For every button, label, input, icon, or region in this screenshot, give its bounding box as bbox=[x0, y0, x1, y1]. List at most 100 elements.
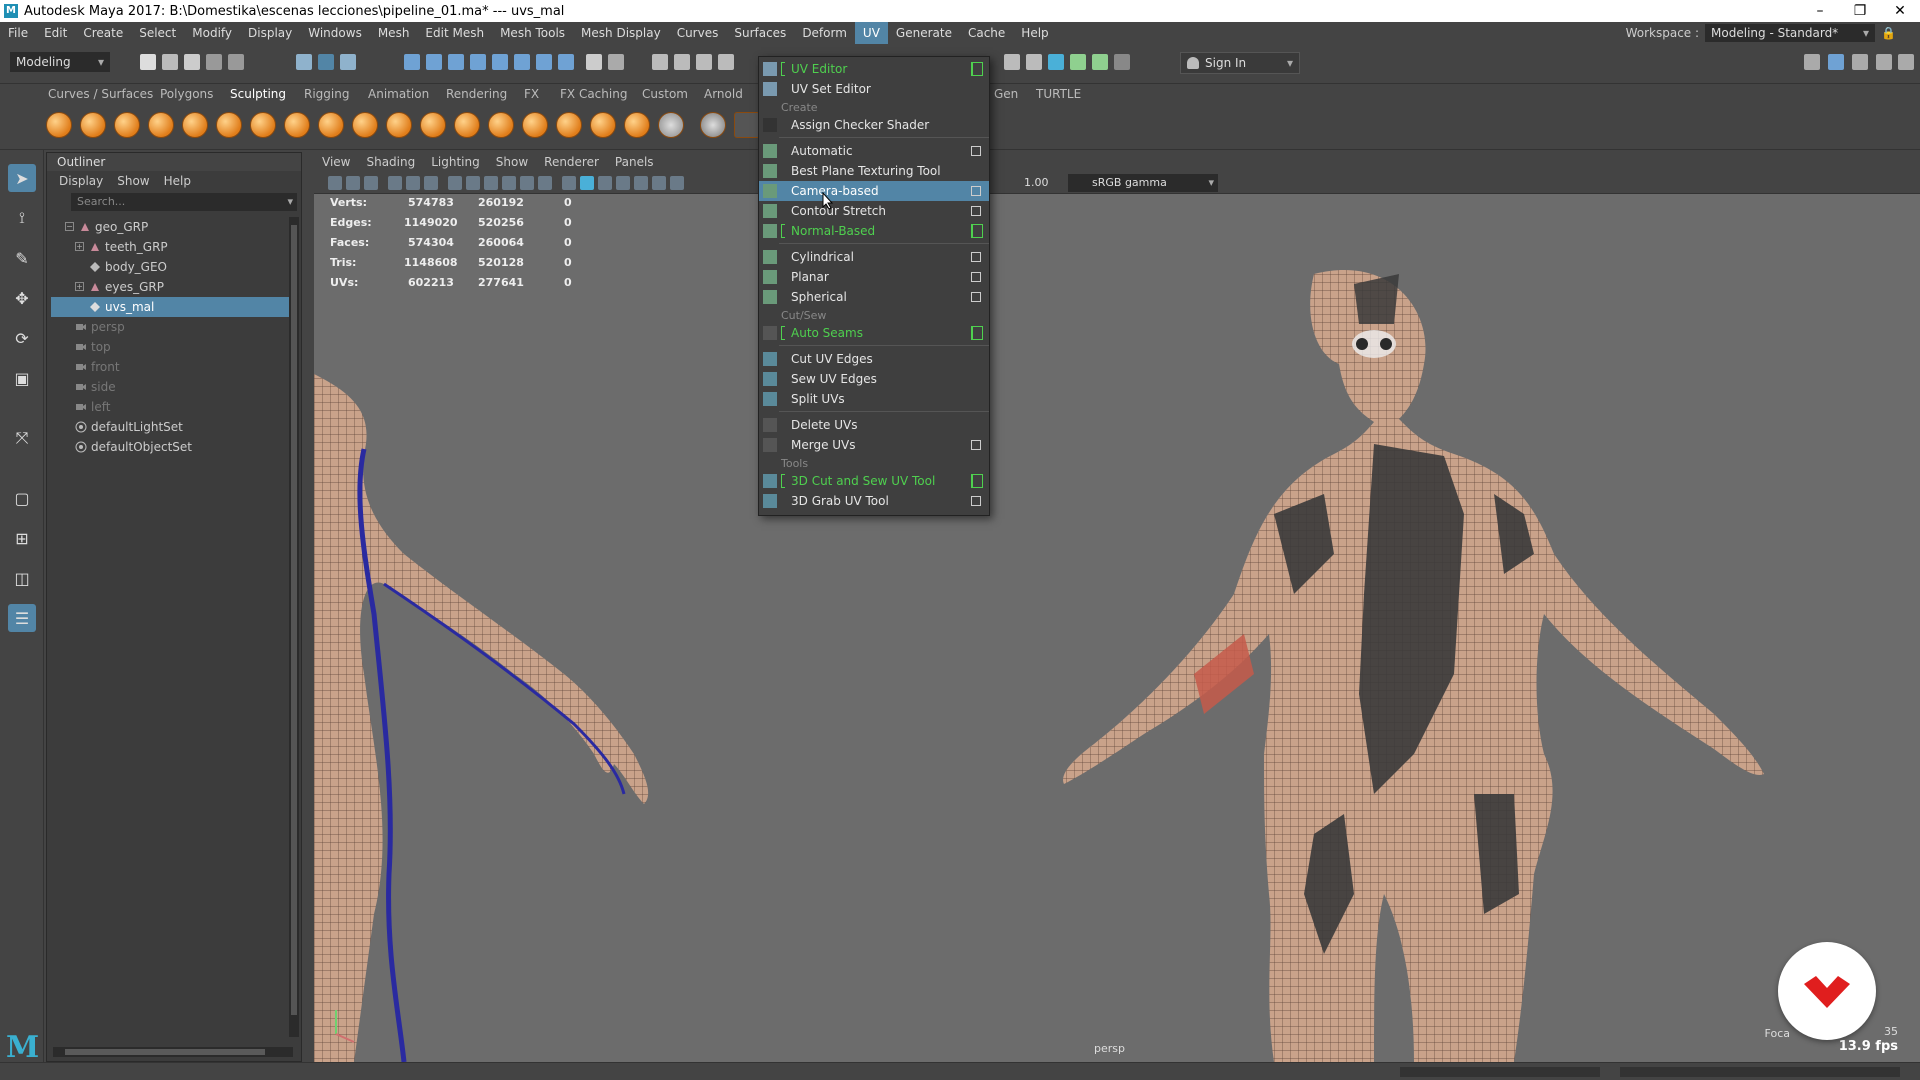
automatic-mapping-item[interactable]: Automatic bbox=[759, 141, 989, 161]
viewport-menu-view[interactable]: View bbox=[314, 152, 358, 172]
outliner-item-default-light-set[interactable]: defaultLightSet bbox=[51, 417, 295, 437]
grab-tool-icon[interactable] bbox=[148, 112, 174, 138]
split-uvs-item[interactable]: Split UVs bbox=[759, 389, 989, 409]
open-scene-icon[interactable] bbox=[162, 54, 178, 70]
character-controls-icon[interactable] bbox=[1092, 54, 1108, 70]
menu-mesh-display[interactable]: Mesh Display bbox=[573, 22, 669, 44]
wireframe-on-shaded-icon[interactable] bbox=[616, 176, 630, 190]
camera-attributes-icon[interactable] bbox=[346, 176, 360, 190]
option-box-icon[interactable] bbox=[971, 272, 981, 282]
shelf-tab-curves-surfaces[interactable]: Curves / Surfaces bbox=[48, 84, 153, 104]
outliner-item-teeth-grp[interactable]: + teeth_GRP bbox=[51, 237, 295, 257]
channel-box-icon[interactable] bbox=[1852, 54, 1868, 70]
merge-uvs-item[interactable]: Merge UVs bbox=[759, 435, 989, 455]
selected-mesh-arm[interactable] bbox=[314, 374, 649, 1062]
expand-icon[interactable]: + bbox=[75, 242, 84, 251]
sculpt-settings-icon[interactable] bbox=[734, 112, 760, 138]
outliner-item-side[interactable]: side bbox=[51, 377, 295, 397]
freeze-tool-icon[interactable] bbox=[624, 112, 650, 138]
menu-deform[interactable]: Deform bbox=[794, 22, 855, 44]
mask-tool-icon[interactable] bbox=[658, 112, 684, 138]
shelf-tab-rendering[interactable]: Rendering bbox=[446, 84, 507, 104]
render-view-icon[interactable] bbox=[652, 54, 668, 70]
bookmarks-icon[interactable] bbox=[364, 176, 378, 190]
outliner-item-eyes-grp[interactable]: + eyes_GRP bbox=[51, 277, 295, 297]
smear-tool-icon[interactable] bbox=[522, 112, 548, 138]
lock-selection-icon[interactable] bbox=[586, 54, 602, 70]
select-hierarchy-icon[interactable] bbox=[296, 54, 312, 70]
normal-based-item[interactable]: Normal-Based bbox=[759, 221, 989, 241]
layer-editor-icon[interactable] bbox=[1876, 54, 1892, 70]
shelf-tab-fx-caching[interactable]: FX Caching bbox=[560, 84, 627, 104]
minimize-button[interactable]: – bbox=[1800, 0, 1840, 22]
menu-curves[interactable]: Curves bbox=[669, 22, 727, 44]
outliner-layout-icon[interactable]: ☰ bbox=[8, 604, 36, 632]
outliner-menu-help[interactable]: Help bbox=[164, 171, 191, 191]
menu-set-select[interactable]: Modeling bbox=[10, 52, 110, 72]
spherical-mapping-item[interactable]: Spherical bbox=[759, 287, 989, 307]
film-gate-icon[interactable] bbox=[466, 176, 480, 190]
grab-uv-tool-item[interactable]: 3D Grab UV Tool bbox=[759, 491, 989, 511]
imprint-tool-icon[interactable] bbox=[352, 112, 378, 138]
snap-grid-icon[interactable] bbox=[404, 54, 420, 70]
modeling-toolkit-icon[interactable] bbox=[1070, 54, 1086, 70]
menu-help[interactable]: Help bbox=[1013, 22, 1056, 44]
save-scene-icon[interactable] bbox=[184, 54, 200, 70]
shadows-icon[interactable] bbox=[670, 176, 684, 190]
four-view-icon[interactable]: ⊞ bbox=[8, 524, 36, 552]
use-all-lights-icon[interactable] bbox=[652, 176, 666, 190]
shelf-tab-custom[interactable]: Custom bbox=[642, 84, 688, 104]
fill-tool-icon[interactable] bbox=[454, 112, 480, 138]
outliner-item-geo-grp[interactable]: − geo_GRP bbox=[51, 217, 295, 237]
option-box-icon[interactable] bbox=[971, 474, 983, 488]
outliner-search-input[interactable]: Search... bbox=[71, 193, 297, 211]
planar-mapping-item[interactable]: Planar bbox=[759, 267, 989, 287]
outliner-item-persp[interactable]: persp bbox=[51, 317, 295, 337]
field-chart-icon[interactable] bbox=[520, 176, 534, 190]
attribute-editor-icon[interactable] bbox=[1804, 54, 1820, 70]
two-d-pan-icon[interactable] bbox=[406, 176, 420, 190]
outliner-menu-display[interactable]: Display bbox=[59, 171, 103, 191]
delete-uvs-item[interactable]: Delete UVs bbox=[759, 415, 989, 435]
option-box-icon[interactable] bbox=[971, 326, 983, 340]
option-box-icon[interactable] bbox=[971, 62, 983, 76]
shelf-tab-sculpting[interactable]: Sculpting bbox=[230, 84, 286, 104]
viewport-panel[interactable]: View Shading Lighting Show Renderer Pane… bbox=[314, 152, 1920, 1062]
menu-uv[interactable]: UV bbox=[854, 22, 888, 44]
shelf-tab-xgen[interactable]: Gen bbox=[994, 84, 1018, 104]
hypershade-icon[interactable] bbox=[1026, 54, 1042, 70]
scrollbar-thumb[interactable] bbox=[65, 1049, 265, 1055]
option-box-icon[interactable] bbox=[971, 252, 981, 262]
outliner-item-front[interactable]: front bbox=[51, 357, 295, 377]
outliner-menu-show[interactable]: Show bbox=[117, 171, 149, 191]
outliner-vertical-scrollbar[interactable] bbox=[289, 217, 299, 1037]
tool-settings-icon[interactable] bbox=[1828, 54, 1844, 70]
scrape-tool-icon[interactable] bbox=[420, 112, 446, 138]
shelf-tab-animation[interactable]: Animation bbox=[368, 84, 429, 104]
best-plane-texturing-item[interactable]: Best Plane Texturing Tool bbox=[759, 161, 989, 181]
make-live-icon[interactable] bbox=[492, 54, 508, 70]
redo-icon[interactable] bbox=[228, 54, 244, 70]
select-object-icon[interactable] bbox=[318, 54, 334, 70]
cylindrical-mapping-item[interactable]: Cylindrical bbox=[759, 247, 989, 267]
foamy-tool-icon[interactable] bbox=[250, 112, 276, 138]
render-settings-icon[interactable] bbox=[718, 54, 734, 70]
viewport-menu-panels[interactable]: Panels bbox=[607, 152, 662, 172]
textured-icon[interactable] bbox=[634, 176, 648, 190]
wax-tool-icon[interactable] bbox=[386, 112, 412, 138]
character-body-mesh[interactable] bbox=[1063, 270, 1764, 1062]
auto-seams-item[interactable]: Auto Seams bbox=[759, 323, 989, 343]
camera-based-mapping-item[interactable]: Camera-based bbox=[759, 181, 989, 201]
outliner-item-uvs-mal[interactable]: uvs_mal bbox=[51, 297, 295, 317]
input-output-icon[interactable] bbox=[558, 54, 574, 70]
scrollbar-thumb[interactable] bbox=[291, 225, 297, 1015]
undo-icon[interactable] bbox=[206, 54, 222, 70]
uv-editor-item[interactable]: UV Editor bbox=[759, 59, 989, 79]
collapse-icon[interactable]: − bbox=[65, 222, 74, 231]
select-tool-icon[interactable]: ➤ bbox=[8, 164, 36, 192]
repeat-tool-icon[interactable] bbox=[318, 112, 344, 138]
resolution-gate-icon[interactable] bbox=[484, 176, 498, 190]
sign-in-button[interactable]: Sign In bbox=[1180, 52, 1300, 74]
option-box-icon[interactable] bbox=[971, 440, 981, 450]
convert-freeze-icon[interactable] bbox=[700, 112, 726, 138]
